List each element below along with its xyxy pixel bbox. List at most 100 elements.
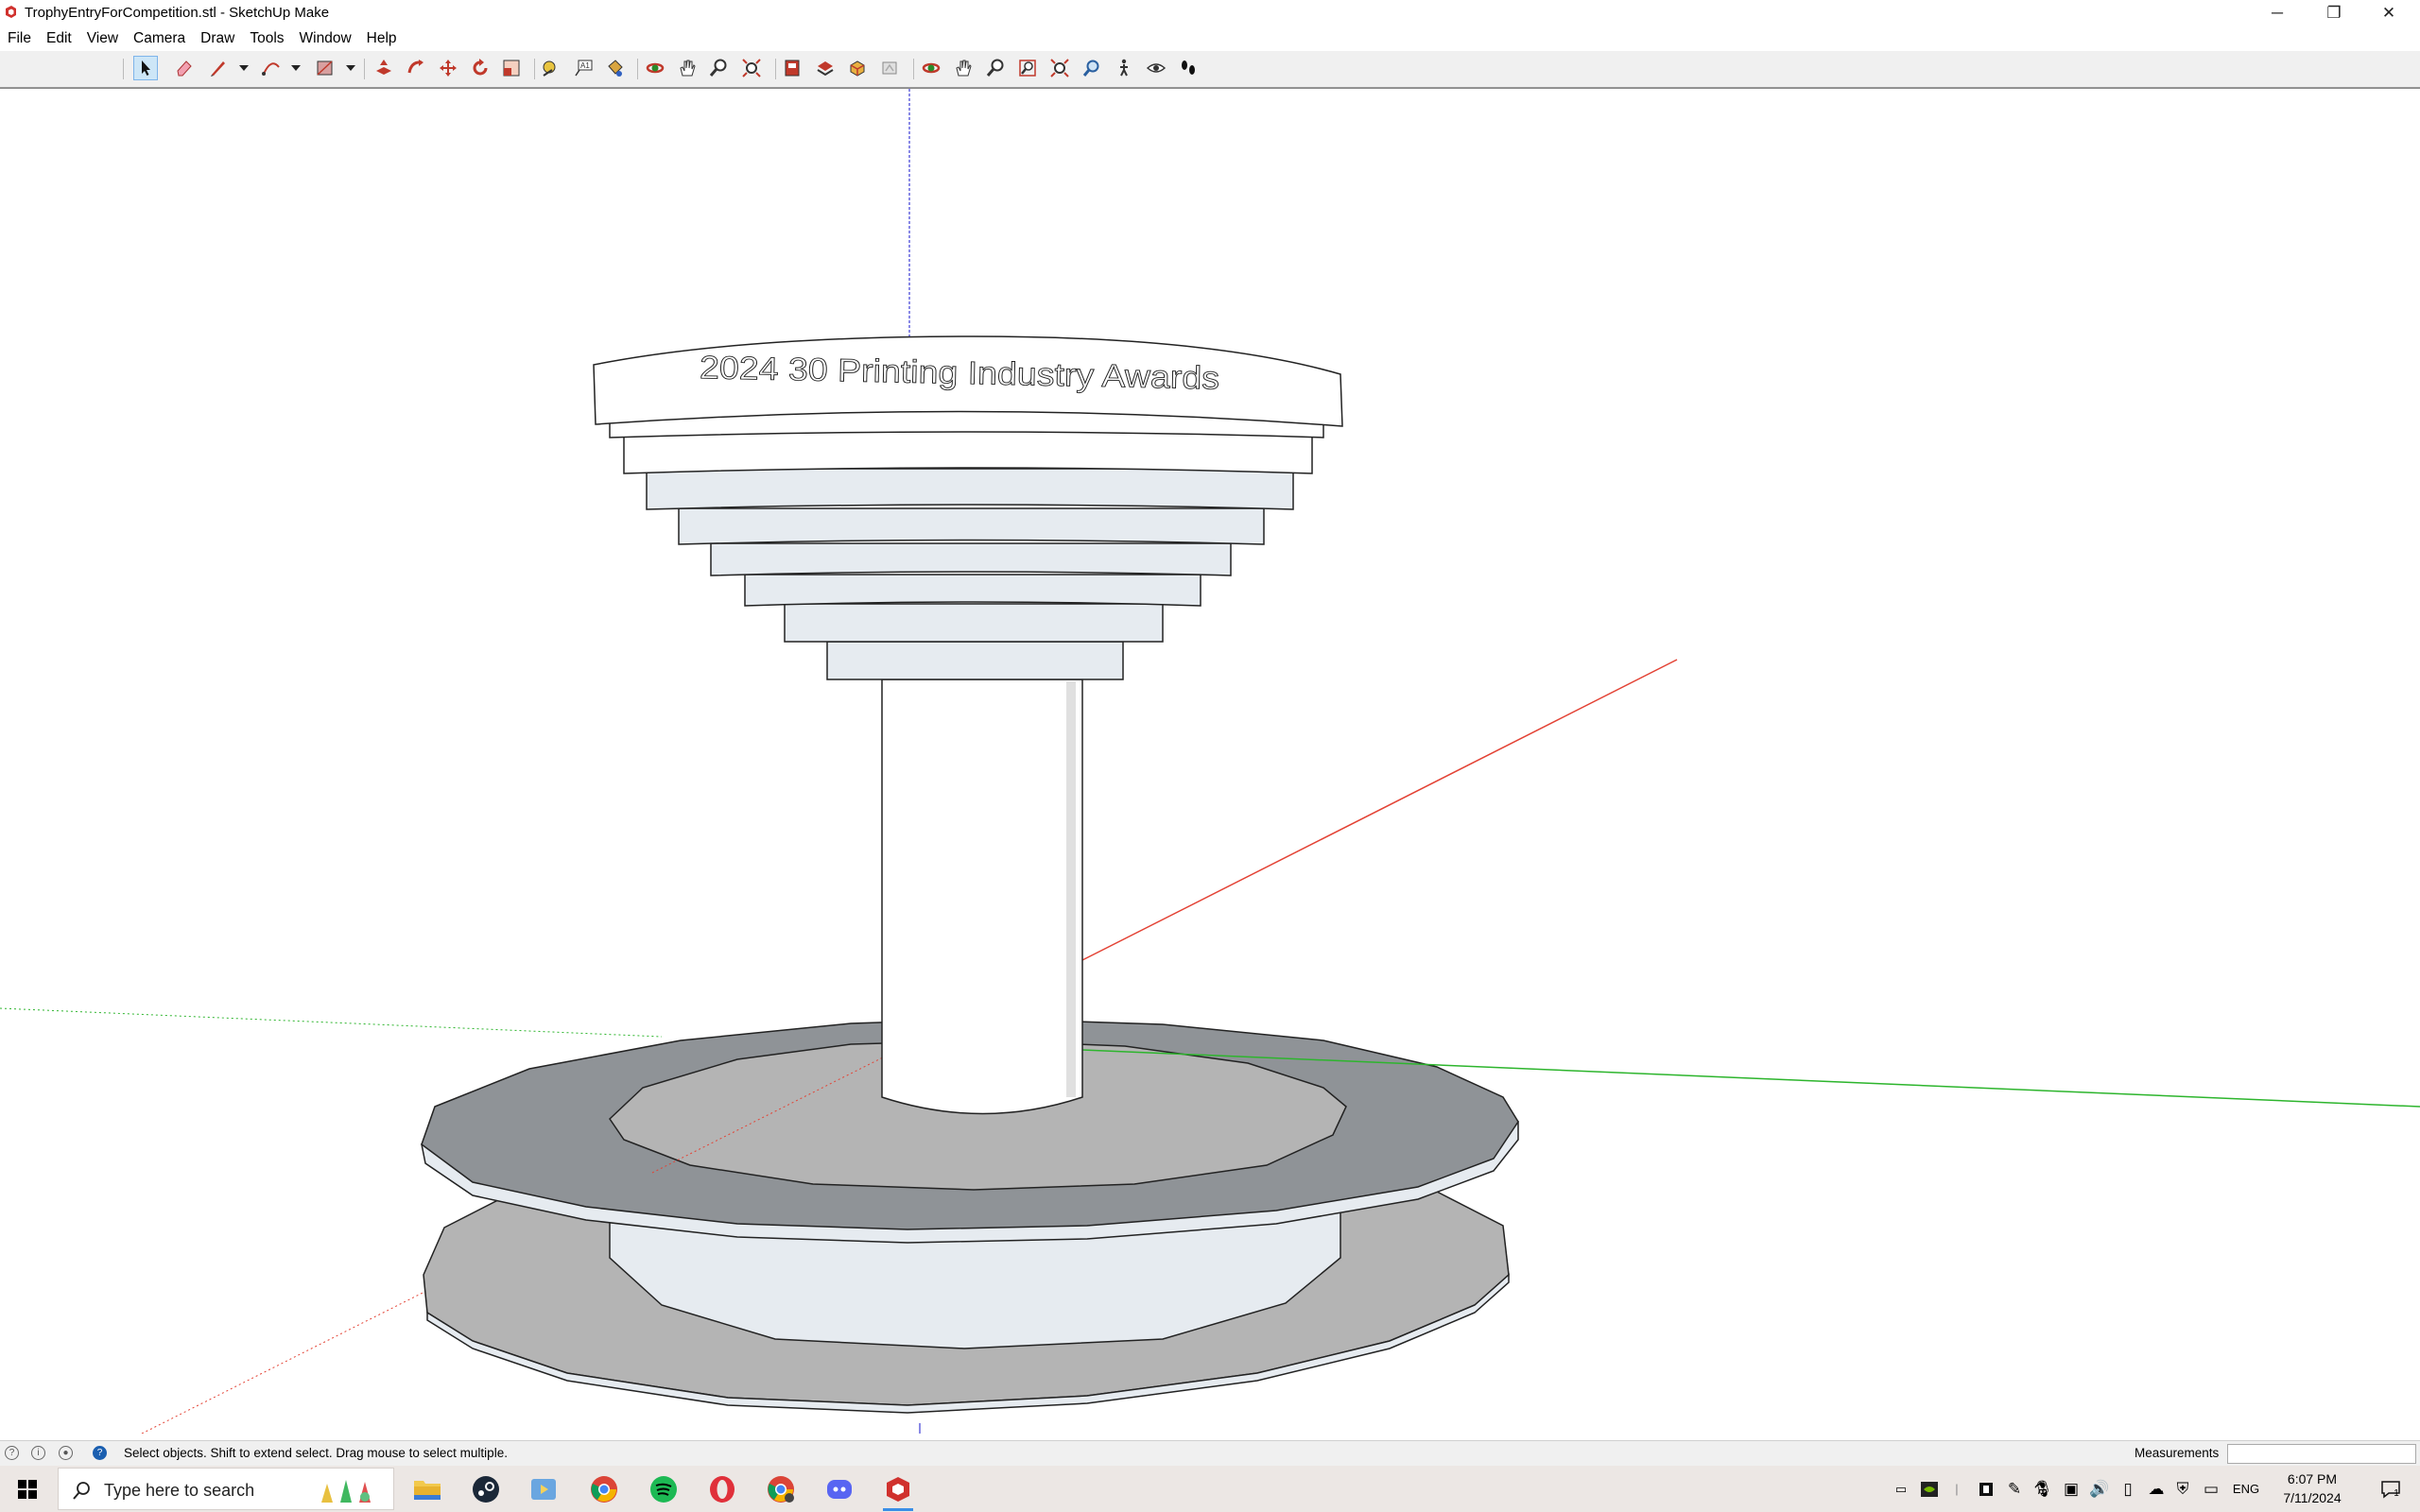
start-button[interactable] xyxy=(0,1466,55,1512)
scale-icon xyxy=(503,60,520,77)
styles-button[interactable] xyxy=(877,56,902,80)
zoom-extents-tool-button[interactable] xyxy=(739,56,764,80)
arc-dropdown-icon[interactable] xyxy=(291,65,301,71)
windows-logo-icon xyxy=(18,1479,37,1499)
notification-center-button[interactable]: 1 xyxy=(2371,1466,2409,1512)
measurements-input[interactable] xyxy=(2227,1444,2416,1464)
extension-warehouse-button[interactable] xyxy=(813,56,838,80)
search-placeholder: Type here to search xyxy=(104,1481,255,1500)
previous-view-button[interactable] xyxy=(1080,56,1104,80)
text-label-icon: A1 xyxy=(575,60,593,77)
language-indicator[interactable]: ENG xyxy=(2227,1466,2265,1512)
menu-window[interactable]: Window xyxy=(292,30,359,47)
menu-view[interactable]: View xyxy=(79,30,126,47)
move-tool-button[interactable] xyxy=(436,56,460,80)
tape-measure-tool-button[interactable] xyxy=(539,56,563,80)
text-tool-button[interactable]: A1 xyxy=(571,56,596,80)
taskbar-discord[interactable] xyxy=(817,1471,862,1507)
rectangle-icon xyxy=(317,60,333,76)
toolbar-separator xyxy=(123,59,124,79)
taskbar-media-player[interactable] xyxy=(521,1471,566,1507)
taskbar-steam[interactable] xyxy=(463,1471,509,1507)
rectangle-tool-button[interactable] xyxy=(313,56,337,80)
components-icon xyxy=(850,60,865,77)
cloud-icon[interactable]: ☁ xyxy=(2144,1466,2169,1512)
measurements-label: Measurements xyxy=(2135,1446,2220,1460)
orbit-tool-button[interactable] xyxy=(643,56,667,80)
battery-icon[interactable]: ▯ xyxy=(2116,1466,2140,1512)
footprints-button[interactable] xyxy=(1176,56,1201,80)
rectangle-dropdown-icon[interactable] xyxy=(346,65,355,71)
menu-draw[interactable]: Draw xyxy=(193,30,242,47)
pen-workspace-icon[interactable]: ✎ xyxy=(2002,1466,2027,1512)
zoom-extents-view-button[interactable] xyxy=(1047,56,1072,80)
taskbar-opera[interactable] xyxy=(700,1471,745,1507)
close-button[interactable]: ✕ xyxy=(2354,0,2420,26)
follow-me-tool-button[interactable] xyxy=(404,56,428,80)
sketchup-taskbar-icon xyxy=(887,1477,909,1502)
menu-edit[interactable]: Edit xyxy=(39,30,79,47)
cup-tier-4 xyxy=(646,468,1294,510)
pan-view-button[interactable] xyxy=(951,56,976,80)
menu-tools[interactable]: Tools xyxy=(242,30,291,47)
credits-icon[interactable]: i xyxy=(31,1446,45,1460)
model-viewport[interactable]: 2024 30 Printing Industry Awards xyxy=(0,88,2420,1434)
notification-count: 1 xyxy=(2394,1488,2399,1499)
taskbar-chrome[interactable] xyxy=(581,1471,627,1507)
menu-help[interactable]: Help xyxy=(359,30,405,47)
line-dropdown-icon[interactable] xyxy=(239,65,249,71)
network-icon[interactable]: ▭ xyxy=(2199,1466,2223,1512)
3d-warehouse-button[interactable] xyxy=(780,56,804,80)
orbit-icon xyxy=(646,62,665,74)
zoom-view-icon xyxy=(986,59,1004,77)
display-icon[interactable]: ▣ xyxy=(2059,1466,2083,1512)
green-axis-dotted xyxy=(0,1007,663,1038)
zoom-tool-button[interactable] xyxy=(706,56,731,80)
taskbar-file-explorer[interactable] xyxy=(405,1471,450,1507)
menu-camera[interactable]: Camera xyxy=(126,30,193,47)
paint-bucket-tool-button[interactable] xyxy=(602,56,627,80)
instructor-help-icon[interactable]: ? xyxy=(93,1446,107,1460)
select-tool-button[interactable] xyxy=(133,56,158,80)
line-tool-button[interactable] xyxy=(206,56,231,80)
components-button[interactable] xyxy=(845,56,870,80)
user-account-icon[interactable]: ● xyxy=(59,1446,73,1460)
rotate-tool-button[interactable] xyxy=(468,56,493,80)
security-icon[interactable]: ⛨ xyxy=(2170,1466,2195,1512)
search-icon xyxy=(73,1482,90,1500)
pan-tool-button[interactable] xyxy=(675,56,700,80)
walk-button[interactable] xyxy=(1112,56,1136,80)
speaker-icon[interactable]: 🔊 xyxy=(2087,1466,2112,1512)
taskbar-sketchup[interactable] xyxy=(875,1471,921,1511)
zoom-window-button[interactable] xyxy=(1015,56,1040,80)
nvidia-icon[interactable] xyxy=(1917,1466,1942,1512)
taskbar-chrome-profile[interactable] xyxy=(758,1471,804,1507)
tray-app-icon[interactable]: ▭ xyxy=(1889,1466,1913,1512)
geolocation-icon[interactable]: ? xyxy=(5,1446,19,1460)
taskbar-search[interactable]: Type here to search xyxy=(58,1468,394,1510)
menu-file[interactable]: File xyxy=(0,30,39,47)
rotate-icon xyxy=(473,59,488,76)
push-pull-tool-button[interactable] xyxy=(372,56,396,80)
follow-me-icon xyxy=(407,60,424,74)
cup-tier-7 xyxy=(744,574,1201,607)
tray-shield-icon[interactable] xyxy=(1974,1466,1998,1512)
zoom-extents-view-icon xyxy=(1050,59,1069,77)
zoom-view-button[interactable] xyxy=(983,56,1008,80)
windows-taskbar: Type here to search ▭ | ✎ ⚗ 🎙 ▣ 🔊 ▯ ☁ ⛨ … xyxy=(0,1466,2420,1512)
eraser-icon xyxy=(177,60,192,77)
orbit-view-button[interactable] xyxy=(919,56,943,80)
toolbar-separator xyxy=(913,59,914,79)
arc-icon xyxy=(262,62,280,76)
scene-canvas[interactable]: 2024 30 Printing Industry Awards xyxy=(0,89,2420,1434)
title-bar: TrophyEntryForCompetition.stl - SketchUp… xyxy=(0,0,2420,26)
scale-tool-button[interactable] xyxy=(499,56,524,80)
taskbar-clock[interactable]: 6:07 PM 7/11/2024 xyxy=(2273,1469,2352,1507)
pencil-icon xyxy=(211,61,225,77)
eraser-tool-button[interactable] xyxy=(172,56,197,80)
look-around-button[interactable] xyxy=(1144,56,1168,80)
microphone-icon[interactable]: 🎙 xyxy=(2031,1466,2055,1512)
taskbar-spotify[interactable] xyxy=(641,1471,686,1507)
toolbar-separator xyxy=(775,59,776,79)
arc-tool-button[interactable] xyxy=(259,56,284,80)
